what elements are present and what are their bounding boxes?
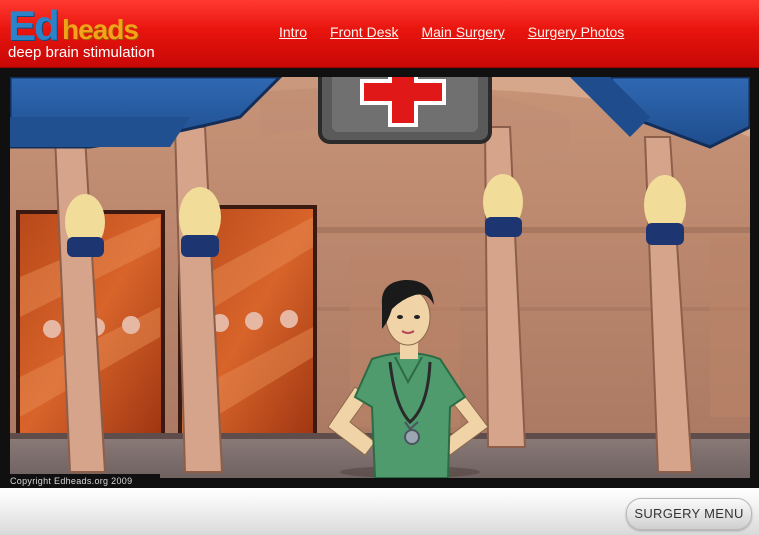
site-header: Ed heads deep brain stimulation Intro Fr… <box>0 0 759 68</box>
logo-heads-text: heads <box>62 14 139 45</box>
logo-ed-text: Ed <box>8 2 60 49</box>
copyright-text: Copyright Edheads.org 2009 <box>0 474 160 488</box>
animation-stage[interactable] <box>10 77 750 478</box>
surgery-menu-button[interactable]: SURGERY MENU <box>626 498 752 530</box>
nav-link-main-surgery[interactable]: Main Surgery <box>421 24 504 40</box>
edheads-logo[interactable]: Ed heads deep brain stimulation <box>6 2 170 62</box>
main-nav: Intro Front Desk Main Surgery Surgery Ph… <box>279 24 647 40</box>
nav-link-surgery-photos[interactable]: Surgery Photos <box>528 24 625 40</box>
nav-link-intro[interactable]: Intro <box>279 24 307 40</box>
hospital-scene-illustration <box>10 77 750 478</box>
flash-stage-frame: Copyright Edheads.org 2009 <box>0 68 759 488</box>
footer-bar: SURGERY MENU <box>0 488 759 535</box>
nav-link-front-desk[interactable]: Front Desk <box>330 24 398 40</box>
logo-subtitle: deep brain stimulation <box>8 44 155 61</box>
